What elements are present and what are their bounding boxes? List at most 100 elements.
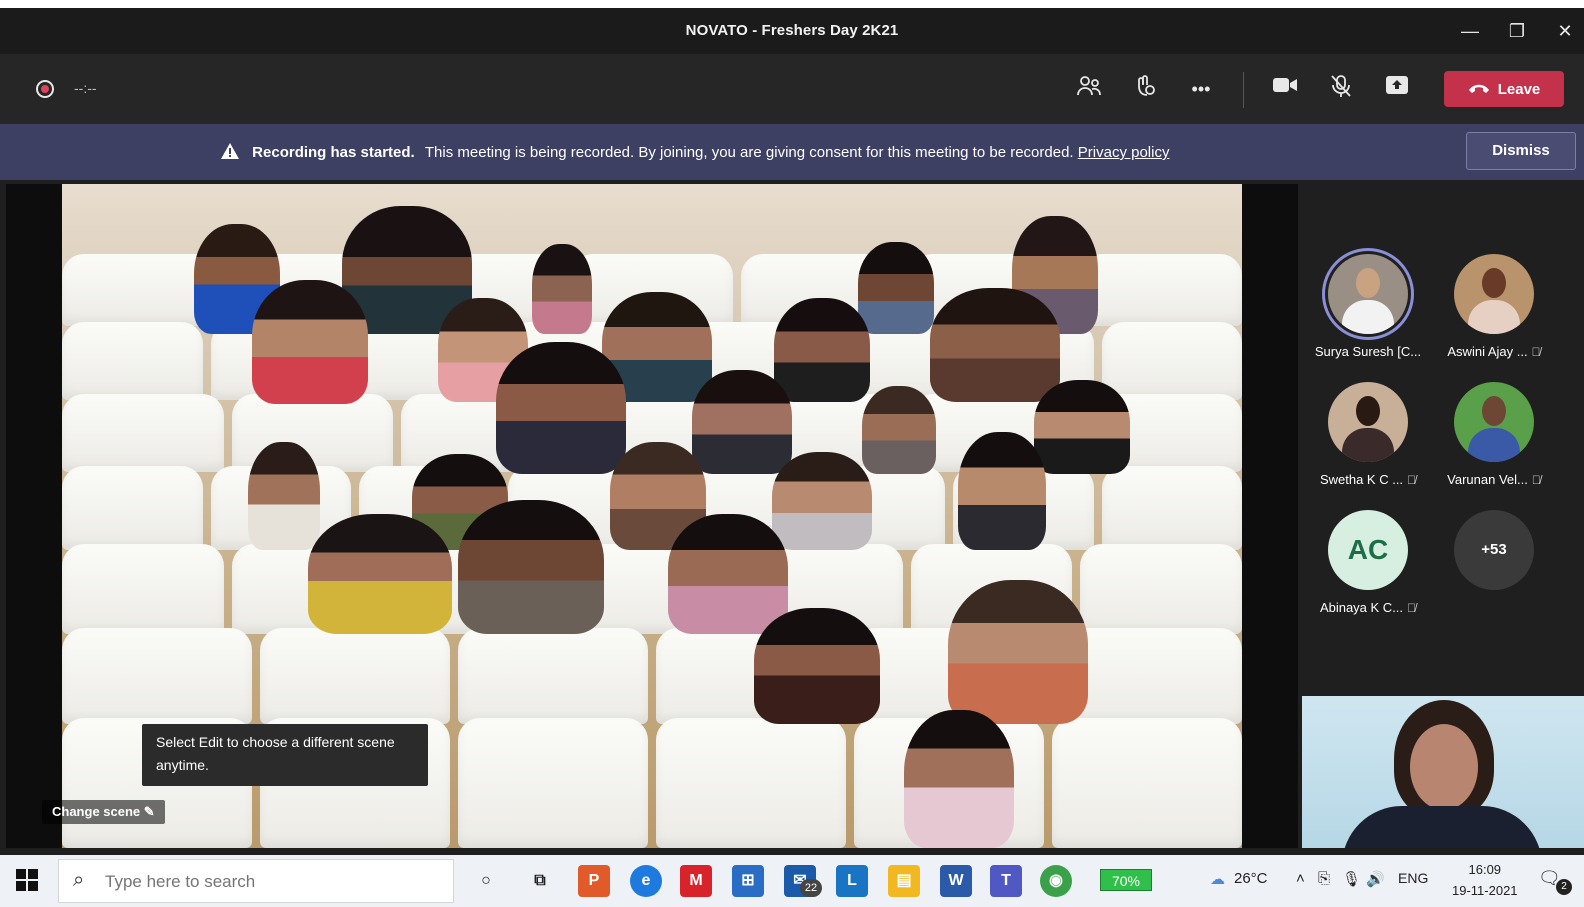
change-scene-tooltip: Select Edit to choose a different scene … [142,724,428,786]
close-icon[interactable]: ✕ [1550,16,1580,46]
participant-video [754,608,880,724]
clock-date: 19-11-2021 [1452,883,1518,898]
file-explorer-icon[interactable]: ▤ [888,865,920,897]
meeting-toolbar: --:-- ••• Leave [0,54,1584,124]
reactions-icon[interactable] [1130,74,1160,104]
participant-gallery: Surya Suresh [C... Aswini Ajay ... 🎙̸ Swe… [1298,184,1584,692]
notification-badge: 2 [1556,879,1572,895]
powerpoint-icon[interactable]: P [578,865,610,897]
taskbar-search-box[interactable]: ⌕ [58,859,454,903]
participant-video [532,244,592,334]
participant-video [252,280,368,404]
privacy-policy-link[interactable]: Privacy policy [1078,144,1170,161]
leave-button[interactable]: Leave [1444,71,1564,107]
search-icon: ⌕ [73,869,85,891]
chevron-up-icon[interactable]: ˄ [1296,870,1305,887]
mcafee-icon[interactable]: M [680,865,712,897]
change-scene-button[interactable]: Change scene ✎ [42,800,165,824]
store-icon[interactable]: ⊞ [732,865,764,897]
cortana-icon[interactable]: ○ [470,865,502,897]
participant-video [772,452,872,550]
volume-icon[interactable]: 🔊 [1366,870,1385,888]
toolbar-divider [1243,72,1244,108]
pencil-icon: ✎ [143,804,155,819]
participant-tile[interactable]: Surya Suresh [C... [1298,254,1438,359]
participant-video [1034,380,1130,474]
participants-icon[interactable] [1074,74,1104,104]
participant-video [958,432,1046,550]
mic-off-icon: 🎙̸ [1407,473,1417,487]
participant-video [496,342,626,474]
task-view-icon[interactable]: ⧉ [524,865,556,897]
banner-title: Recording has started. [252,144,415,161]
more-icon[interactable]: ••• [1186,74,1216,104]
network-icon[interactable]: ⎘ [1318,870,1330,887]
participant-tile[interactable]: AC Abinaya K C... 🎙̸ [1298,510,1438,615]
participant-video [904,710,1014,848]
participant-video [930,288,1060,402]
mic-off-icon: 🎙̸ [1531,473,1541,487]
participant-video [458,500,604,634]
more-participants-button[interactable]: +53 [1424,510,1564,590]
more-participants-count: +53 [1454,510,1534,590]
system-clock[interactable]: 16:09 19-11-2021 [1452,859,1518,901]
recording-banner: Recording has started. This meeting is b… [0,124,1584,180]
self-video-preview [1302,696,1584,848]
phone-icon [1468,81,1490,98]
language-indicator[interactable]: ENG [1398,870,1428,886]
search-input[interactable] [105,869,435,895]
participant-tile[interactable]: Aswini Ajay ... 🎙̸ [1424,254,1564,359]
participant-avatar [1328,254,1408,334]
edge-browser-icon[interactable]: e [630,865,662,897]
participant-initials-avatar: AC [1328,510,1408,590]
recording-indicator-icon [36,80,54,98]
mic-off-icon: 🎙̸ [1531,345,1541,359]
chrome-icon[interactable]: ◉ [1040,865,1072,897]
mic-muted-icon[interactable] [1326,74,1356,104]
participant-name: Abinaya K C... [1319,600,1404,615]
participant-name: Swetha K C ... [1319,472,1404,487]
app-l-icon[interactable]: L [836,865,868,897]
participant-video [308,514,452,634]
participant-avatar [1454,382,1534,462]
windows-taskbar: ⌕ ○ ⧉ P e M ⊞ ✉ 22 L ▤ W T ◉ 70% ☁ 26°C … [0,855,1584,907]
participant-video [858,242,934,334]
windows-start-icon[interactable] [16,869,38,897]
weather-icon[interactable]: ☁ [1210,870,1225,888]
camera-icon[interactable] [1270,74,1300,104]
participant-video [248,442,320,550]
share-screen-icon[interactable] [1382,74,1412,104]
participant-video [862,386,936,474]
participant-avatar [1328,382,1408,462]
title-bar: NOVATO - Freshers Day 2K21 — ❐ ✕ [0,8,1584,54]
meeting-timer: --:-- [74,80,97,96]
word-icon[interactable]: W [940,865,972,897]
dismiss-button[interactable]: Dismiss [1466,132,1576,170]
mail-badge: 22 [800,879,822,897]
leave-label: Leave [1497,80,1541,98]
battery-indicator[interactable]: 70% [1100,869,1152,891]
participant-video [668,514,788,634]
teams-meeting-window: NOVATO - Freshers Day 2K21 — ❐ ✕ --:-- •… [0,8,1584,907]
participant-name: Varunan Vel... [1447,472,1528,487]
participant-name: Aswini Ajay ... [1447,344,1528,359]
participant-avatar [1454,254,1534,334]
participant-tile[interactable]: Swetha K C ... 🎙̸ [1298,382,1438,487]
participant-video [692,370,792,474]
banner-text: This meeting is being recorded. By joini… [424,144,1074,161]
banner-message-row: Recording has started. This meeting is b… [220,142,1169,161]
clock-time: 16:09 [1468,862,1502,877]
participant-video [774,298,870,402]
temperature-text[interactable]: 26°C [1234,870,1268,887]
mic-off-icon: 🎙̸ [1407,601,1417,615]
restore-icon[interactable]: ❐ [1502,16,1532,46]
participant-video [948,580,1088,724]
window-title: NOVATO - Freshers Day 2K21 [685,22,899,39]
participant-tile[interactable]: Varunan Vel... 🎙̸ [1424,382,1564,487]
microphone-icon[interactable]: 🎙 [1342,870,1361,888]
warning-icon [220,143,252,161]
participant-name: Surya Suresh [C... [1314,344,1422,359]
teams-icon[interactable]: T [990,865,1022,897]
change-scene-label: Change scene [52,804,141,819]
minimize-icon[interactable]: — [1455,16,1485,46]
